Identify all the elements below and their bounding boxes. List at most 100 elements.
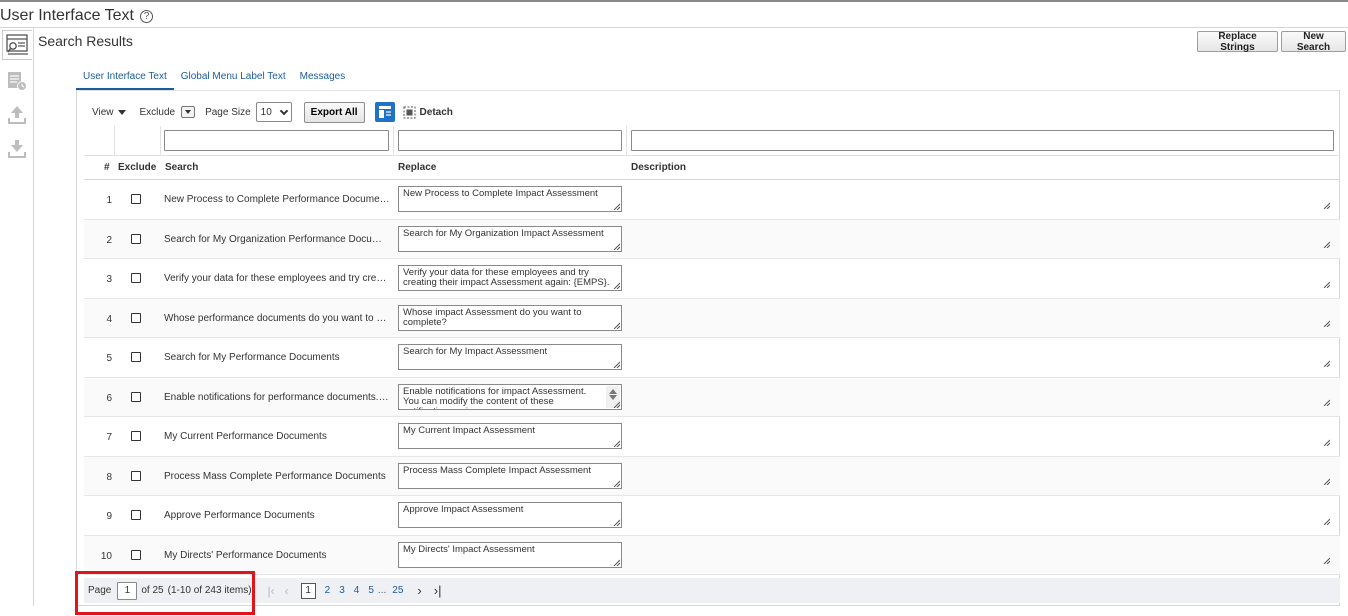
row-number: 1 [106, 195, 112, 206]
detach-icon [403, 106, 416, 118]
pagination-bar: Page 1 of 25 (1-10 of 243 items) |‹ ‹ 1 … [84, 578, 1340, 603]
replace-text: Search for My Organization Impact Assess… [403, 227, 604, 239]
table-row: 8 Process Mass Complete Performance Docu… [84, 456, 1340, 496]
upload-rail-button[interactable] [2, 100, 32, 130]
new-search-button[interactable]: New Search [1281, 31, 1346, 53]
column-header-search[interactable]: Search [165, 162, 198, 173]
replace-textarea[interactable]: Process Mass Complete Impact Assessment [398, 462, 622, 489]
resize-grip-icon[interactable] [1322, 280, 1330, 288]
resize-grip-icon[interactable] [1322, 240, 1330, 248]
resize-grip-icon[interactable] [1322, 517, 1330, 525]
replace-strings-button[interactable]: Replace Strings [1197, 31, 1278, 53]
resize-grip-icon[interactable] [612, 479, 620, 487]
previous-page-icon[interactable]: ‹ [285, 584, 289, 598]
help-icon[interactable]: ? [139, 9, 153, 23]
resize-grip-icon[interactable] [1322, 438, 1330, 446]
export-all-button[interactable]: Export All [303, 101, 365, 123]
exclude-checkbox[interactable] [131, 233, 141, 244]
last-page-icon[interactable]: ›| [434, 583, 442, 598]
current-page-input[interactable]: 1 [117, 581, 138, 600]
resize-grip-icon[interactable] [612, 281, 620, 289]
search-text: Approve Performance Documents [164, 510, 315, 521]
exclude-checkbox[interactable] [131, 391, 141, 402]
page-link-4[interactable]: 4 [354, 585, 360, 596]
resize-grip-icon[interactable] [612, 558, 620, 566]
exclude-checkbox[interactable] [131, 273, 141, 283]
column-header-number[interactable]: # [104, 162, 110, 173]
history-rail-button[interactable] [2, 66, 32, 96]
page-header: User Interface Text ? [0, 5, 153, 27]
resize-grip-icon[interactable] [1322, 556, 1330, 564]
section-title: Search Results [38, 33, 133, 49]
search-results-icon [5, 34, 28, 55]
row-number: 7 [106, 432, 112, 443]
column-header-description[interactable]: Description [631, 162, 686, 173]
tab-global-menu-label-text[interactable]: Global Menu Label Text [174, 66, 293, 90]
replace-textarea[interactable]: Whose impact Assessment do you want to c… [398, 304, 622, 331]
resize-grip-icon[interactable] [612, 400, 620, 408]
exclude-checkbox[interactable] [131, 510, 141, 520]
row-number: 8 [106, 471, 112, 483]
view-menu[interactable]: View [92, 107, 126, 118]
search-filter-input[interactable] [164, 130, 389, 151]
download-rail-button[interactable] [2, 134, 32, 164]
exclude-checkbox[interactable] [131, 431, 141, 441]
replace-textarea[interactable]: Approve Impact Assessment [398, 502, 622, 528]
resize-grip-icon[interactable] [1322, 477, 1330, 485]
page-link-1[interactable]: 1 [300, 582, 316, 599]
page-link-last[interactable]: 25 [392, 585, 403, 596]
replace-textarea[interactable]: Search for My Impact Assessment [398, 344, 622, 370]
result-tabs: User Interface Text Global Menu Label Te… [76, 66, 352, 90]
replace-textarea[interactable]: My Current Impact Assessment [398, 423, 622, 449]
page-link-2[interactable]: 2 [325, 585, 331, 596]
description-filter-input[interactable] [631, 130, 1334, 151]
search-results-rail-button[interactable] [2, 30, 32, 60]
resize-grip-icon[interactable] [612, 242, 620, 250]
search-text: Search for My Performance Documents [164, 352, 340, 363]
exclude-checkbox[interactable] [131, 194, 141, 204]
tab-user-interface-text[interactable]: User Interface Text [76, 66, 174, 90]
tab-messages[interactable]: Messages [293, 66, 353, 90]
exclude-checkbox[interactable] [131, 352, 141, 362]
caret-down-icon [117, 109, 126, 115]
resize-grip-icon[interactable] [1322, 398, 1330, 406]
replace-textarea[interactable]: Enable notifications for impact Assessme… [398, 383, 622, 410]
search-text: My Current Performance Documents [164, 431, 327, 442]
resize-grip-icon[interactable] [612, 360, 620, 368]
resize-grip-icon[interactable] [612, 518, 620, 526]
resize-grip-icon[interactable] [612, 321, 620, 329]
column-header-exclude[interactable]: Exclude [118, 162, 156, 173]
resize-grip-icon[interactable] [1322, 319, 1330, 327]
column-header-replace[interactable]: Replace [398, 162, 436, 173]
search-text: New Process to Complete Performance Docu… [164, 194, 390, 205]
resize-grip-icon[interactable] [1322, 359, 1330, 367]
exclude-menu[interactable]: Exclude [140, 106, 196, 118]
resize-grip-icon[interactable] [1322, 201, 1330, 209]
download-icon [8, 140, 26, 158]
page-size-select[interactable]: 10 [255, 102, 292, 122]
detach-button[interactable]: Detach [403, 106, 453, 119]
page-link-3[interactable]: 3 [339, 585, 345, 596]
top-border [0, 0, 1348, 2]
replace-textarea[interactable]: My Directs' Impact Assessment [398, 541, 622, 568]
next-page-icon[interactable]: › [417, 583, 421, 598]
exclude-checkbox[interactable] [131, 549, 141, 560]
resize-grip-icon[interactable] [612, 202, 620, 210]
table-row: 10 My Directs' Performance Documents My … [84, 535, 1340, 575]
replace-filter-input[interactable] [398, 130, 622, 151]
freeze-columns-icon [378, 106, 391, 118]
replace-text: Process Mass Complete Impact Assessment [403, 464, 591, 476]
replace-textarea[interactable]: Verify your data for these employees and… [398, 265, 622, 291]
filter-row [84, 126, 1340, 156]
exclude-checkbox[interactable] [131, 312, 141, 323]
search-text: Enable notifications for performance doc… [164, 391, 390, 403]
replace-textarea[interactable]: Search for My Organization Impact Assess… [398, 225, 622, 252]
resize-grip-icon[interactable] [612, 439, 620, 447]
freeze-button[interactable] [374, 102, 395, 122]
replace-textarea[interactable]: New Process to Complete Impact Assessmen… [398, 186, 622, 212]
pager-label: Page [88, 585, 112, 596]
first-page-icon[interactable]: |‹ [268, 584, 275, 598]
page-link-5[interactable]: 5 [368, 585, 374, 596]
exclude-checkbox[interactable] [131, 470, 141, 481]
detach-label: Detach [419, 106, 453, 118]
